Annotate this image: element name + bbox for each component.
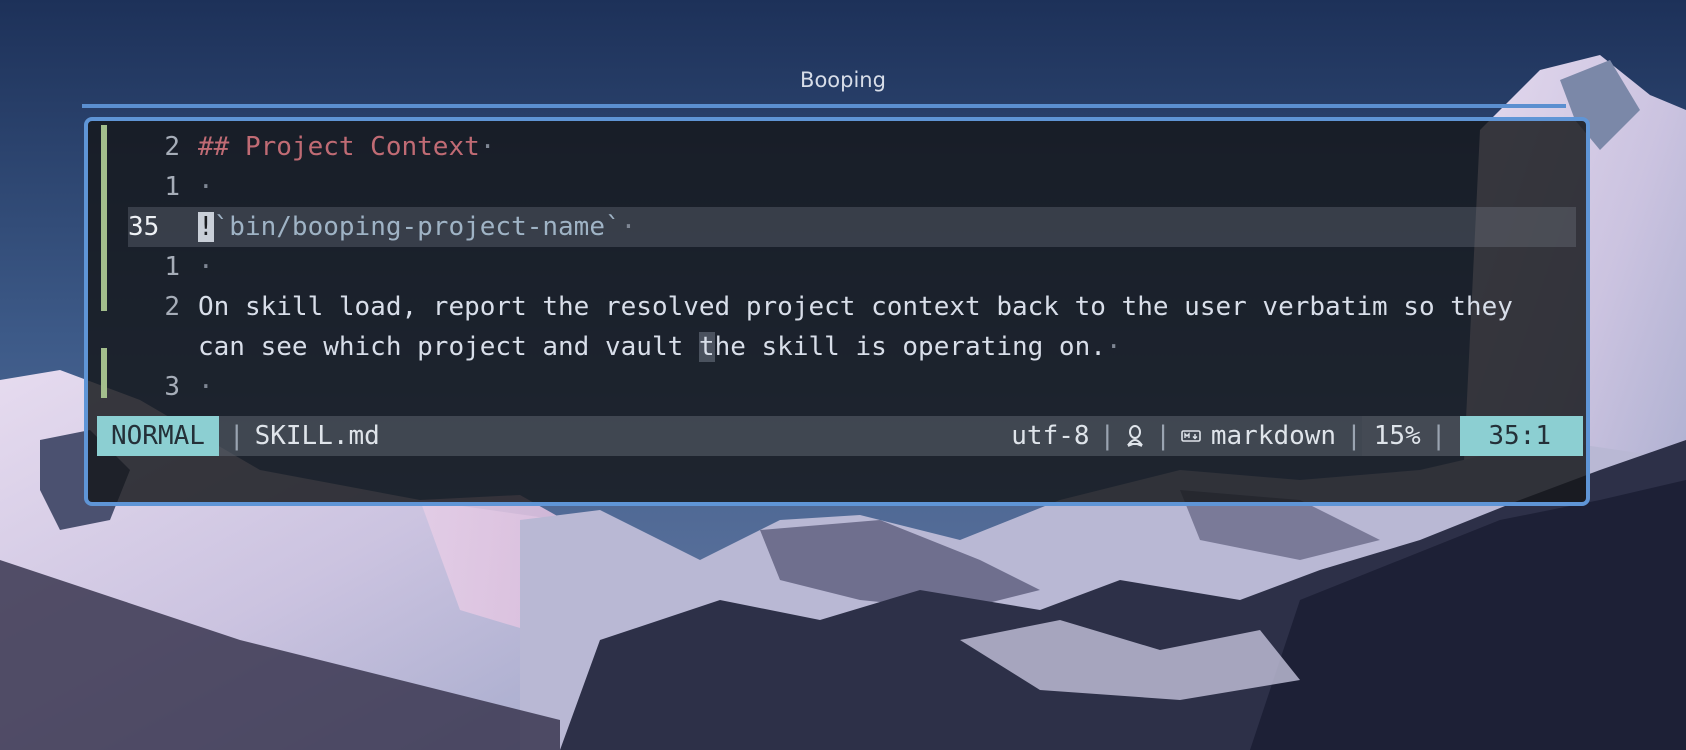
editor-line[interactable]: 1 · xyxy=(128,247,1576,287)
git-change-marker xyxy=(101,125,107,311)
paragraph-text-continued: can see which project and vault xyxy=(198,332,699,362)
line-number: 2 xyxy=(164,292,180,322)
line-number: 2 xyxy=(164,132,180,162)
editor-line[interactable]: 1 · xyxy=(128,167,1576,207)
editor-window[interactable]: 2 ## Project Context · 1 · 35 ! `bin/boo… xyxy=(84,117,1590,506)
window-title: Booping xyxy=(800,68,886,92)
eol-marker: · xyxy=(479,132,496,162)
status-separator: | xyxy=(1430,421,1447,451)
linux-tux-icon xyxy=(1125,424,1145,448)
line-number: 3 xyxy=(164,372,180,402)
eol-marker: · xyxy=(198,172,214,202)
block-cursor: ! xyxy=(198,212,214,242)
markdown-icon xyxy=(1181,429,1201,443)
eol-marker: · xyxy=(620,212,637,242)
editor-current-line[interactable]: 35 ! `bin/booping-project-name` · xyxy=(128,207,1576,247)
scroll-percent-value: 15% xyxy=(1373,421,1421,451)
window-title-underline xyxy=(82,104,1566,108)
editor-line[interactable]: 2 ## Project Context · xyxy=(128,127,1576,167)
inline-code: `bin/booping-project-name` xyxy=(213,212,621,242)
status-separator: | xyxy=(1099,421,1116,451)
markdown-heading: ## Project Context xyxy=(198,132,480,162)
line-number: 1 xyxy=(164,172,180,202)
editor-wrapped-line[interactable]: can see which project and vault t he skil… xyxy=(198,327,1122,367)
cursor-position: 35:1 xyxy=(1460,416,1583,456)
statusline: NORMAL | SKILL.md utf-8 | | markdown | 1… xyxy=(97,416,1583,456)
filetype: markdown xyxy=(1210,421,1337,451)
editor-line[interactable]: 3 · xyxy=(128,367,1576,407)
filename: SKILL.md xyxy=(254,421,380,451)
eol-marker: · xyxy=(1105,332,1122,362)
paragraph-text: On skill load, report the resolved proje… xyxy=(198,292,1513,322)
current-line-number: 35 xyxy=(128,212,160,242)
scroll-percent: 15% | xyxy=(1361,416,1461,456)
status-separator: | xyxy=(228,421,245,451)
eol-marker: · xyxy=(198,372,214,402)
status-separator: | xyxy=(1155,421,1171,451)
paragraph-text-continued-end: he skill is operating on. xyxy=(714,332,1106,362)
mode-indicator: NORMAL xyxy=(97,416,219,456)
eol-marker: · xyxy=(198,252,214,282)
status-separator: | xyxy=(1346,421,1362,451)
line-number: 1 xyxy=(164,252,180,282)
editor-line[interactable]: 2 On skill load, report the resolved pro… xyxy=(128,287,1576,327)
secondary-cursor: t xyxy=(698,332,715,362)
git-change-marker xyxy=(101,348,107,398)
file-encoding: utf-8 xyxy=(1011,421,1090,451)
